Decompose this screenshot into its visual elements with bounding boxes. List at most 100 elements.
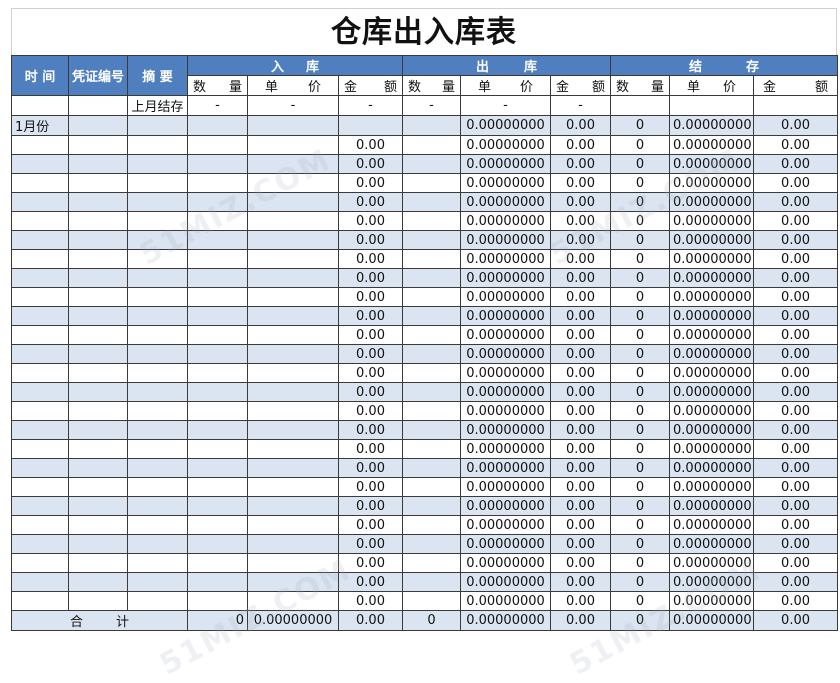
cell[interactable]	[11, 173, 69, 193]
cell[interactable]	[247, 211, 339, 231]
cell[interactable]	[247, 344, 339, 364]
cell-bal-amount[interactable]: 0.00	[753, 591, 839, 611]
cell[interactable]	[68, 325, 128, 345]
cell[interactable]	[11, 268, 69, 288]
cell-bal-amount[interactable]: 0.00	[753, 401, 839, 421]
cell-bal-amount[interactable]: 0.00	[753, 477, 839, 497]
cell[interactable]	[247, 496, 339, 516]
cell[interactable]	[187, 496, 248, 516]
cell[interactable]	[11, 401, 69, 421]
cell-out-price[interactable]: 0.00000000	[460, 135, 551, 155]
cell-in-amount[interactable]: 0.00	[338, 572, 403, 592]
cell[interactable]	[11, 135, 69, 155]
cell-out-amount[interactable]: 0.00	[549, 496, 612, 516]
cell[interactable]	[68, 135, 128, 155]
cell-out-price[interactable]: 0.00000000	[460, 230, 551, 250]
cell-in-amount[interactable]: 0.00	[338, 135, 403, 155]
cell[interactable]	[402, 496, 461, 516]
cell-out-amount[interactable]: 0.00	[549, 534, 612, 554]
cell-bal-amount[interactable]: 0.00	[753, 496, 839, 516]
cell[interactable]	[402, 211, 461, 231]
cell-bal-qty[interactable]: 0	[610, 420, 671, 440]
cell[interactable]	[127, 287, 188, 307]
cell[interactable]	[127, 553, 188, 573]
cell-bal-qty[interactable]: 0	[610, 591, 671, 611]
cell-out-amount[interactable]: 0.00	[549, 515, 612, 535]
cell-out-price[interactable]: 0.00000000	[460, 325, 551, 345]
cell[interactable]	[68, 439, 128, 459]
cell[interactable]	[187, 135, 248, 155]
cell-bal-amount[interactable]: 0.00	[753, 173, 839, 193]
cell[interactable]	[11, 325, 69, 345]
cell[interactable]	[187, 591, 248, 611]
cell-out-price[interactable]: 0.00000000	[460, 344, 551, 364]
cell[interactable]	[11, 287, 69, 307]
cell-bal-price[interactable]: 0.00000000	[669, 211, 755, 231]
cell-bal-price[interactable]: 0.00000000	[669, 325, 755, 345]
cell-bal-qty[interactable]: 0	[610, 496, 671, 516]
cell[interactable]	[11, 154, 69, 174]
cell[interactable]	[11, 534, 69, 554]
cell-out-qty[interactable]: -	[402, 95, 461, 116]
cell[interactable]	[11, 192, 69, 212]
cell-time[interactable]: 1月份	[11, 115, 69, 136]
cell-out-amount[interactable]: 0.00	[549, 572, 612, 592]
cell[interactable]	[68, 95, 128, 116]
cell-bal-qty[interactable]: 0	[610, 135, 671, 155]
cell[interactable]	[402, 363, 461, 383]
cell-in-price[interactable]: -	[247, 95, 339, 116]
cell-bal-qty[interactable]: 0	[610, 192, 671, 212]
cell-bal-price[interactable]	[669, 95, 755, 116]
cell-bal-amount[interactable]: 0.00	[753, 154, 839, 174]
cell-out-price[interactable]: 0.00000000	[460, 477, 551, 497]
cell-out-price[interactable]: 0.00000000	[460, 268, 551, 288]
cell-in-amount[interactable]: 0.00	[338, 211, 403, 231]
cell[interactable]	[187, 192, 248, 212]
cell[interactable]	[127, 268, 188, 288]
cell-in-amount[interactable]: 0.00	[338, 382, 403, 402]
cell[interactable]	[247, 553, 339, 573]
cell-bal-price[interactable]: 0.00000000	[669, 382, 755, 402]
cell[interactable]	[247, 515, 339, 535]
cell[interactable]	[247, 382, 339, 402]
cell[interactable]	[187, 382, 248, 402]
cell-out-price[interactable]: 0.00000000	[460, 591, 551, 611]
cell-bal-price[interactable]: 0.00000000	[669, 458, 755, 478]
cell[interactable]	[402, 534, 461, 554]
cell[interactable]	[247, 458, 339, 478]
cell[interactable]	[247, 572, 339, 592]
cell-out-price[interactable]: 0.00000000	[460, 553, 551, 573]
cell-bal-qty[interactable]: 0	[610, 382, 671, 402]
cell[interactable]	[127, 496, 188, 516]
cell[interactable]	[68, 420, 128, 440]
cell-in-amount[interactable]: 0.00	[338, 401, 403, 421]
cell[interactable]	[187, 230, 248, 250]
cell[interactable]	[127, 591, 188, 611]
cell-bal-price[interactable]: 0.00000000	[669, 287, 755, 307]
cell-bal-price[interactable]: 0.00000000	[669, 534, 755, 554]
cell[interactable]	[187, 211, 248, 231]
cell-out-amount[interactable]: 0.00	[549, 230, 612, 250]
cell[interactable]	[247, 173, 339, 193]
cell-bal-qty[interactable]: 0	[610, 458, 671, 478]
cell[interactable]	[402, 382, 461, 402]
cell[interactable]	[402, 344, 461, 364]
cell[interactable]	[127, 135, 188, 155]
cell[interactable]	[402, 553, 461, 573]
cell-bal-qty[interactable]: 0	[610, 211, 671, 231]
cell[interactable]	[187, 363, 248, 383]
cell-out-price[interactable]: 0.00000000	[460, 439, 551, 459]
cell[interactable]	[247, 363, 339, 383]
cell-bal-amount[interactable]: 0.00	[753, 249, 839, 269]
cell-bal-amount[interactable]: 0.00	[753, 115, 839, 136]
cell-out-amount[interactable]: 0.00	[549, 211, 612, 231]
cell[interactable]	[127, 401, 188, 421]
cell-out-amount[interactable]: 0.00	[549, 363, 612, 383]
cell[interactable]	[187, 115, 248, 136]
cell-in-amount[interactable]: 0.00	[338, 325, 403, 345]
cell-in-amount[interactable]: 0.00	[338, 458, 403, 478]
cell-in-amount[interactable]: 0.00	[338, 477, 403, 497]
cell[interactable]	[68, 591, 128, 611]
cell[interactable]	[11, 515, 69, 535]
cell-bal-amount[interactable]: 0.00	[753, 458, 839, 478]
